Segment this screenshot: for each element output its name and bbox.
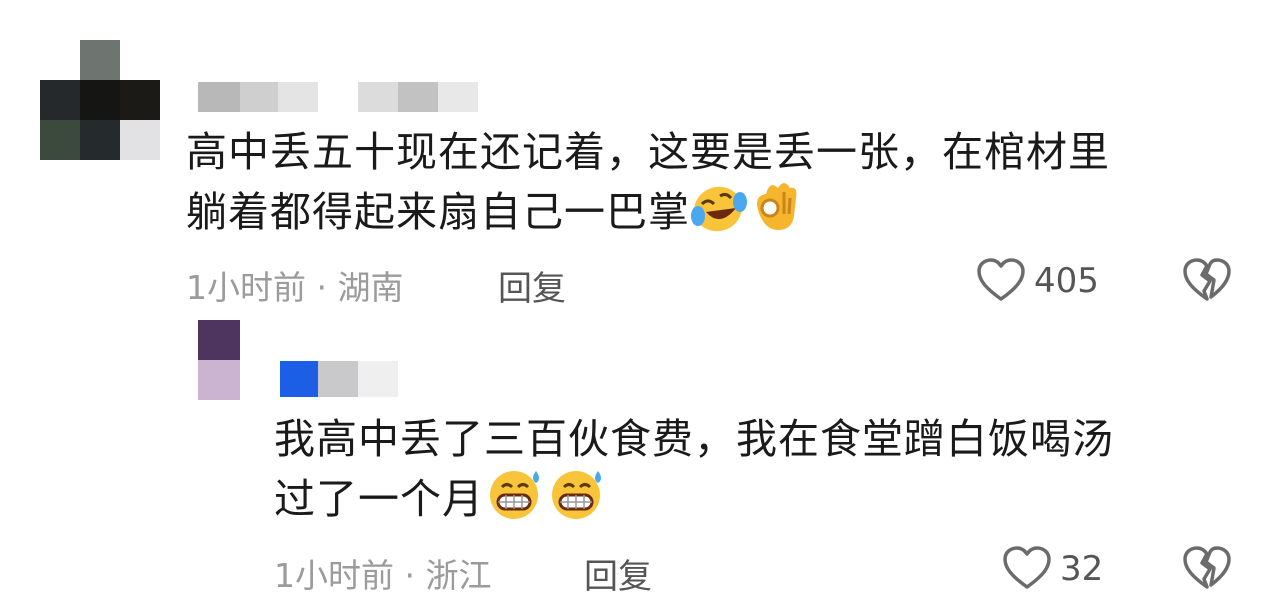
comment-meta: 1小时前 · 湖南 [186, 261, 404, 309]
avatar-pixel [40, 80, 80, 120]
reply-meta: 1小时前 · 浙江 [274, 549, 492, 597]
reply-avatar[interactable] [198, 320, 240, 400]
dislike-button[interactable] [1182, 257, 1232, 307]
username-pixel [318, 361, 358, 397]
dislike-button[interactable] [1182, 545, 1232, 595]
username-pixel [198, 82, 240, 112]
avatar-pixel [120, 120, 160, 160]
comment-location: 浙江 [425, 556, 492, 595]
avatar-pixel [120, 80, 160, 120]
username-pixel [318, 82, 358, 112]
comment-text: 高中丢五十现在还记着，这要是丢一张，在棺材里 躺着都得起来扇自己一巴掌 [186, 124, 1110, 248]
like-count: 405 [1034, 261, 1099, 301]
comment-time: 1小时前 [274, 556, 394, 595]
username-pixel [278, 82, 318, 112]
like-button[interactable] [1002, 545, 1052, 595]
like-count: 32 [1060, 549, 1104, 589]
reply-username-blurred[interactable] [280, 361, 398, 397]
broken-heart-icon [1182, 546, 1232, 595]
avatar-pixel [80, 80, 120, 120]
username-pixel [398, 82, 438, 112]
heart-icon [976, 258, 1026, 307]
avatar-pixel [198, 360, 240, 400]
comment-time: 1小时前 [186, 268, 306, 307]
ok-hand-icon [748, 180, 804, 248]
like-button[interactable] [976, 257, 1026, 307]
reply-text: 我高中丢了三百伙食费，我在食堂蹭白饭喝汤 过了一个月 [274, 411, 1114, 535]
comment-text-line: 过了一个月 [274, 467, 1114, 535]
avatar-pixel [198, 320, 240, 360]
reply-button[interactable]: 回复 [498, 261, 566, 310]
meta-separator: · [404, 556, 416, 595]
reply-button[interactable]: 回复 [584, 549, 652, 598]
avatar-pixel [40, 40, 80, 80]
comment-text-line: 我高中丢了三百伙食费，我在食堂蹭白饭喝汤 [274, 415, 1114, 463]
username-pixel [280, 361, 318, 397]
avatar-pixel [80, 40, 120, 80]
broken-heart-icon [1182, 258, 1232, 307]
avatar-pixel [80, 120, 120, 160]
grinning-face-with-sweat-icon [484, 467, 546, 535]
comment-text-line-2: 过了一个月 [274, 475, 484, 523]
comment-location: 湖南 [337, 268, 404, 307]
heart-icon [1002, 546, 1052, 595]
grinning-face-with-sweat-icon [546, 467, 608, 535]
username-pixel [358, 82, 398, 112]
face-with-tears-of-joy-icon [690, 182, 748, 248]
commenter-avatar[interactable] [40, 40, 160, 160]
comment-text-line: 高中丢五十现在还记着，这要是丢一张，在棺材里 [186, 128, 1110, 176]
commenter-username-blurred[interactable] [198, 82, 478, 112]
meta-separator: · [316, 268, 328, 307]
username-pixel [240, 82, 278, 112]
avatar-pixel [40, 120, 80, 160]
comment-text-line: 躺着都得起来扇自己一巴掌 [186, 180, 1110, 248]
username-pixel [438, 82, 478, 112]
username-pixel [358, 361, 398, 397]
avatar-pixel [120, 40, 160, 80]
comment-text-line-2: 躺着都得起来扇自己一巴掌 [186, 188, 690, 236]
